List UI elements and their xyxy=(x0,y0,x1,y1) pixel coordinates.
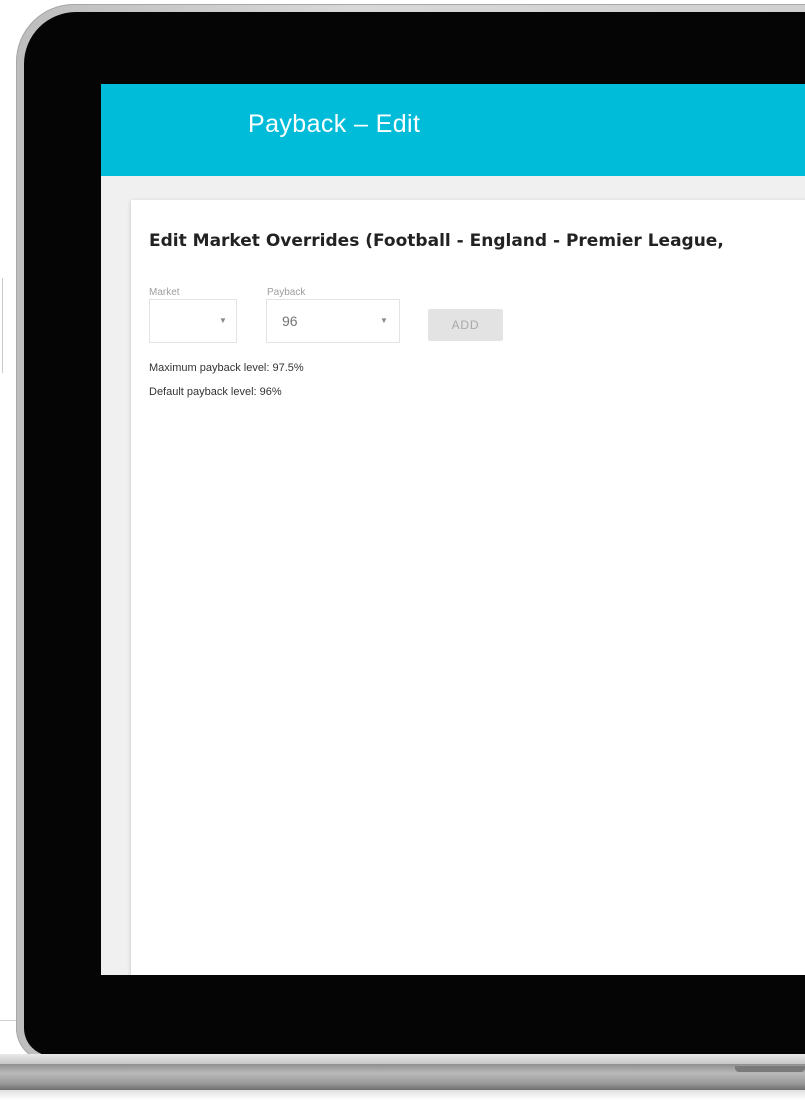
app-screen: Payback – Edit Edit Market Overrides (Fo… xyxy=(101,84,805,975)
edit-market-overrides-card: Edit Market Overrides (Football - Englan… xyxy=(131,200,805,975)
payback-select[interactable]: 96 ▼ xyxy=(266,299,400,343)
add-button[interactable]: ADD xyxy=(428,309,503,341)
payback-select-value: 96 xyxy=(282,313,298,329)
maximum-payback-text: Maximum payback level: 97.5% xyxy=(149,362,304,374)
laptop-mockup: Payback – Edit Edit Market Overrides (Fo… xyxy=(0,0,805,1100)
card-title: Edit Market Overrides (Football - Englan… xyxy=(149,231,724,251)
laptop-base-notch xyxy=(735,1066,805,1072)
default-payback-text: Default payback level: 96% xyxy=(149,386,282,398)
app-header: Payback – Edit xyxy=(101,84,805,176)
chevron-down-icon: ▼ xyxy=(219,316,227,325)
background-panel-edge xyxy=(0,278,3,373)
chevron-down-icon: ▼ xyxy=(380,316,388,325)
payback-label: Payback xyxy=(267,287,306,298)
laptop-base xyxy=(0,1064,805,1090)
page-title: Payback – Edit xyxy=(248,110,421,138)
market-select[interactable]: ▼ xyxy=(149,299,237,343)
laptop-shadow xyxy=(0,1090,805,1100)
laptop-base-rim xyxy=(0,1054,805,1064)
market-label: Market xyxy=(149,287,180,298)
